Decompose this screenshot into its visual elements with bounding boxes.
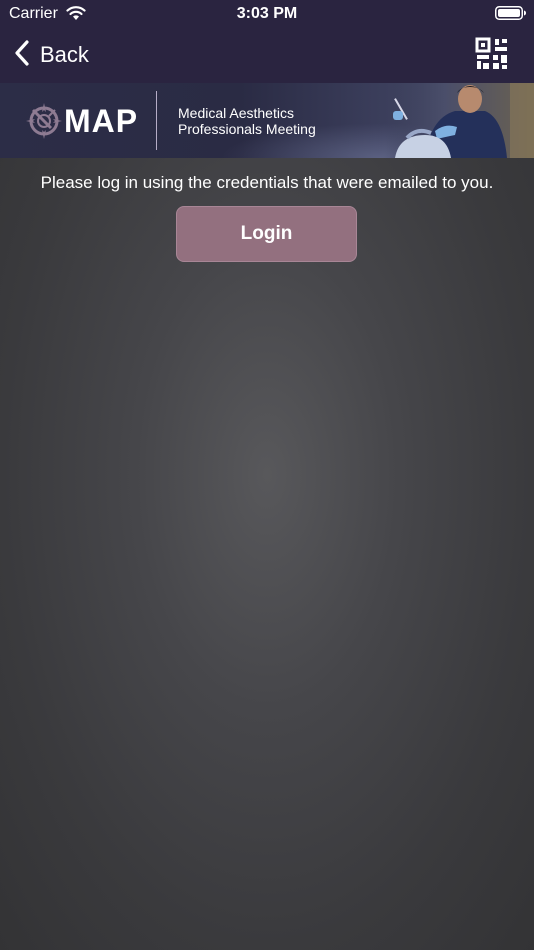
status-time: 3:03 PM — [236, 5, 298, 22]
top-bar: Carrier 3:03 PM Back — [0, 0, 534, 83]
banner-divider — [156, 91, 157, 150]
qr-code-icon[interactable] — [475, 37, 509, 71]
event-logo-text: MAP — [64, 103, 139, 139]
main-content: Please log in using the credentials that… — [0, 158, 534, 950]
event-banner: MAP Medical Aesthetics Professionals Mee… — [0, 83, 534, 158]
status-bar: Carrier 3:03 PM — [0, 0, 534, 28]
event-subtitle: Medical Aesthetics Professionals Meeting — [178, 105, 316, 137]
banner-photo — [385, 83, 534, 158]
login-instructions: Please log in using the credentials that… — [40, 173, 494, 192]
back-button[interactable]: Back — [14, 38, 89, 72]
subtitle-line-2: Professionals Meeting — [178, 121, 316, 137]
chevron-left-icon — [14, 39, 30, 71]
subtitle-line-1: Medical Aesthetics — [178, 105, 294, 121]
compass-icon — [25, 102, 63, 140]
battery-icon — [495, 6, 527, 25]
login-button[interactable]: Login — [176, 206, 357, 262]
nav-bar: Back — [0, 30, 534, 80]
back-label: Back — [40, 42, 89, 67]
